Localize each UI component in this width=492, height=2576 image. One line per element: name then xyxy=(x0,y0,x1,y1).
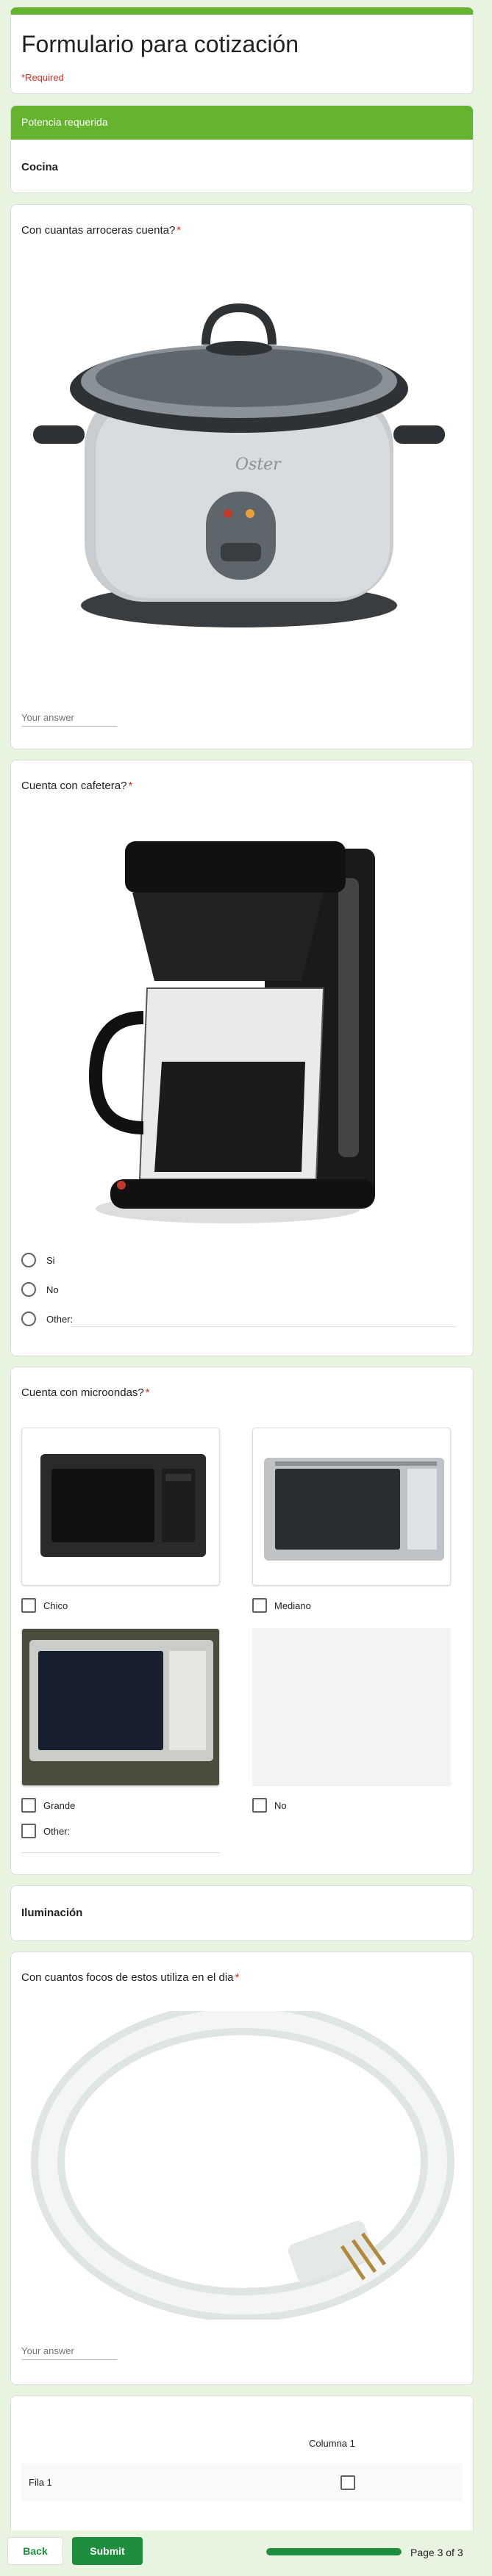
question-label: Con cuantas arroceras cuenta? * xyxy=(21,224,182,237)
question-cafetera: Cuenta con cafetera? * Si No Other: xyxy=(10,760,474,1356)
grid-column-header: Columna 1 xyxy=(309,2438,355,2449)
radio-circle[interactable] xyxy=(21,1312,36,1326)
oster-logo: Oster xyxy=(235,456,282,474)
focos-input[interactable]: Your answer xyxy=(21,2345,117,2360)
section-card: Potencia requerida Cocina xyxy=(10,105,474,193)
radio-si[interactable]: Si xyxy=(21,1253,55,1267)
checkbox[interactable] xyxy=(21,1824,36,1838)
question-label: Con cuantos focos de estos utiliza en el… xyxy=(21,1971,240,1984)
check-chico[interactable]: Chico xyxy=(21,1598,68,1613)
back-button[interactable]: Back xyxy=(7,2537,63,2565)
coffee-maker-image xyxy=(81,834,397,1231)
checkbox[interactable] xyxy=(252,1598,267,1613)
arroceras-input[interactable]: Your answer xyxy=(21,712,117,727)
iluminacion-title: Iluminación xyxy=(21,1907,83,1919)
check-grande[interactable]: Grande xyxy=(21,1798,75,1813)
page-indicator: Page 3 of 3 xyxy=(410,2547,463,2558)
radio-no[interactable]: No xyxy=(21,1282,59,1297)
question-label: Cuenta con cafetera? * xyxy=(21,780,133,792)
submit-button[interactable]: Submit xyxy=(72,2537,143,2565)
checkbox[interactable] xyxy=(252,1798,267,1813)
other-text-input[interactable] xyxy=(70,1326,456,1327)
microwave-medium-image xyxy=(252,1428,451,1586)
progress-bar xyxy=(266,2548,402,2555)
cocina-title: Cocina xyxy=(21,161,59,173)
form-header-card: Formulario para cotización *Required xyxy=(10,7,474,94)
radio-other[interactable]: Other: xyxy=(21,1312,73,1326)
circular-fluorescent-bulb-image xyxy=(26,2001,460,2322)
grid-row: Fila 1 xyxy=(21,2464,463,2502)
question-focos: Con cuantos focos de estos utiliza en el… xyxy=(10,1951,474,2385)
section-title-bar: Potencia requerida xyxy=(11,106,473,140)
form-title: Formulario para cotización xyxy=(21,31,299,57)
grid-row-label: Fila 1 xyxy=(29,2477,52,2488)
check-other[interactable]: Other: xyxy=(21,1824,70,1838)
microwave-large-image xyxy=(21,1628,220,1786)
checkbox[interactable] xyxy=(21,1598,36,1613)
rice-cooker-image: Oster xyxy=(26,278,460,638)
question-label: Cuenta con microondas? * xyxy=(21,1386,150,1399)
question-microondas: Cuenta con microondas? * Chico Mediano Gr… xyxy=(10,1367,474,1875)
other-text-input[interactable] xyxy=(21,1852,220,1853)
radio-circle[interactable] xyxy=(21,1282,36,1297)
question-arroceras: Con cuantas arroceras cuenta? * Oster You… xyxy=(10,204,474,749)
microwave-no-image-placeholder xyxy=(252,1628,451,1786)
progress-fill xyxy=(266,2548,402,2555)
check-no[interactable]: No xyxy=(252,1798,287,1813)
section-title: Potencia requerida xyxy=(21,116,108,128)
microwave-small-image xyxy=(21,1428,220,1586)
required-note: *Required xyxy=(21,72,64,83)
checkbox[interactable] xyxy=(21,1798,36,1813)
grid-checkbox[interactable] xyxy=(341,2475,355,2490)
iluminacion-card: Iluminación xyxy=(10,1885,474,1941)
check-mediano[interactable]: Mediano xyxy=(252,1598,311,1613)
footer-nav: Back Submit Page 3 of 3 xyxy=(0,2530,492,2576)
radio-circle[interactable] xyxy=(21,1253,36,1267)
